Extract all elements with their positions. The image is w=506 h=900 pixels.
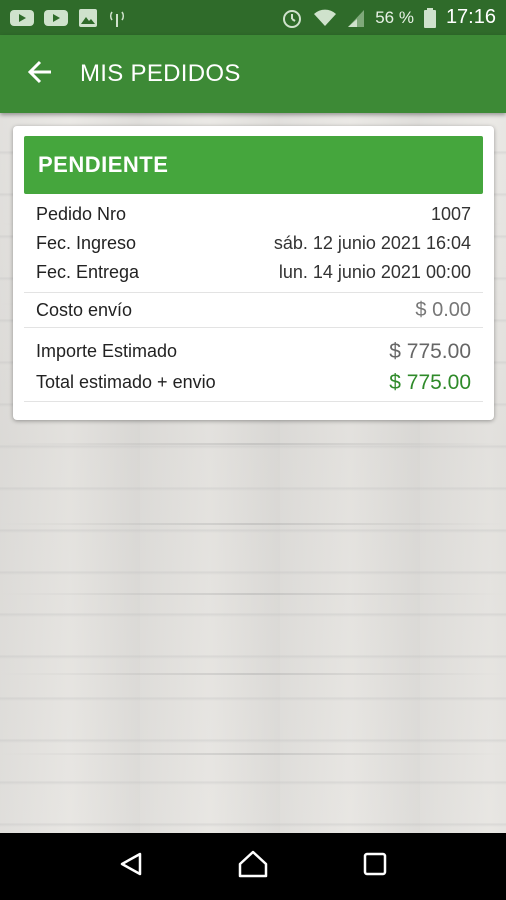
recents-square-icon (362, 851, 388, 882)
cell-signal-icon (347, 8, 365, 28)
wood-grain (0, 673, 506, 675)
entrega-row: Fec. Entrega lun. 14 junio 2021 00:00 (24, 258, 483, 287)
importe-row: Importe Estimado $ 775.00 (24, 336, 483, 367)
pedido-row: Pedido Nro 1007 (24, 200, 483, 229)
order-totals: Importe Estimado $ 775.00 Total estimado… (24, 328, 483, 398)
status-left (10, 8, 126, 28)
youtube-icon (10, 9, 34, 27)
nav-back-button[interactable] (107, 843, 155, 891)
wood-grain (0, 753, 506, 755)
costo-value: $ 0.00 (415, 298, 471, 321)
status-right: 56 % 17:16 (281, 6, 496, 29)
entrega-label: Fec. Entrega (36, 262, 140, 282)
page-title: MIS PEDIDOS (80, 60, 241, 87)
back-button[interactable] (12, 46, 68, 102)
total-label: Total estimado + envio (36, 372, 216, 392)
alarm-icon (281, 7, 303, 29)
image-icon (78, 8, 98, 28)
importe-label: Importe Estimado (36, 341, 178, 361)
signal-tower-icon (108, 8, 126, 28)
total-value: $ 775.00 (389, 370, 471, 394)
status-time: 17:16 (445, 6, 496, 28)
ingreso-row: Fec. Ingreso sáb. 12 junio 2021 16:04 (24, 229, 483, 258)
order-card[interactable]: PENDIENTE Pedido Nro 1007 Fec. Ingreso s… (13, 126, 494, 420)
status-bar: 56 % 17:16 (0, 0, 506, 35)
home-icon (238, 850, 268, 883)
wood-grain (0, 523, 506, 525)
app-bar: MIS PEDIDOS (0, 35, 506, 113)
entrega-value: lun. 14 junio 2021 00:00 (278, 262, 471, 282)
costo-row: Costo envío $ 0.00 (24, 293, 483, 327)
battery-percent: 56 % (375, 7, 414, 27)
system-nav-bar (0, 833, 506, 900)
back-triangle-icon (118, 851, 144, 882)
nav-home-button[interactable] (229, 843, 277, 891)
costo-label: Costo envío (36, 299, 133, 320)
battery-icon (423, 7, 436, 28)
ingreso-value: sáb. 12 junio 2021 16:04 (273, 233, 471, 253)
nav-recents-button[interactable] (351, 843, 399, 891)
ingreso-label: Fec. Ingreso (36, 233, 137, 253)
youtube-icon (44, 9, 68, 27)
order-details: Pedido Nro 1007 Fec. Ingreso sáb. 12 jun… (24, 194, 483, 287)
pedido-label: Pedido Nro (36, 204, 127, 224)
importe-value: $ 775.00 (389, 339, 471, 363)
arrow-left-icon (27, 59, 53, 90)
order-status-header: PENDIENTE (24, 136, 483, 194)
divider (24, 401, 483, 402)
pedido-value: 1007 (430, 204, 471, 224)
wood-grain (0, 443, 506, 445)
wifi-icon (313, 8, 337, 28)
total-row: Total estimado + envio $ 775.00 (24, 367, 483, 398)
wood-grain (0, 593, 506, 595)
